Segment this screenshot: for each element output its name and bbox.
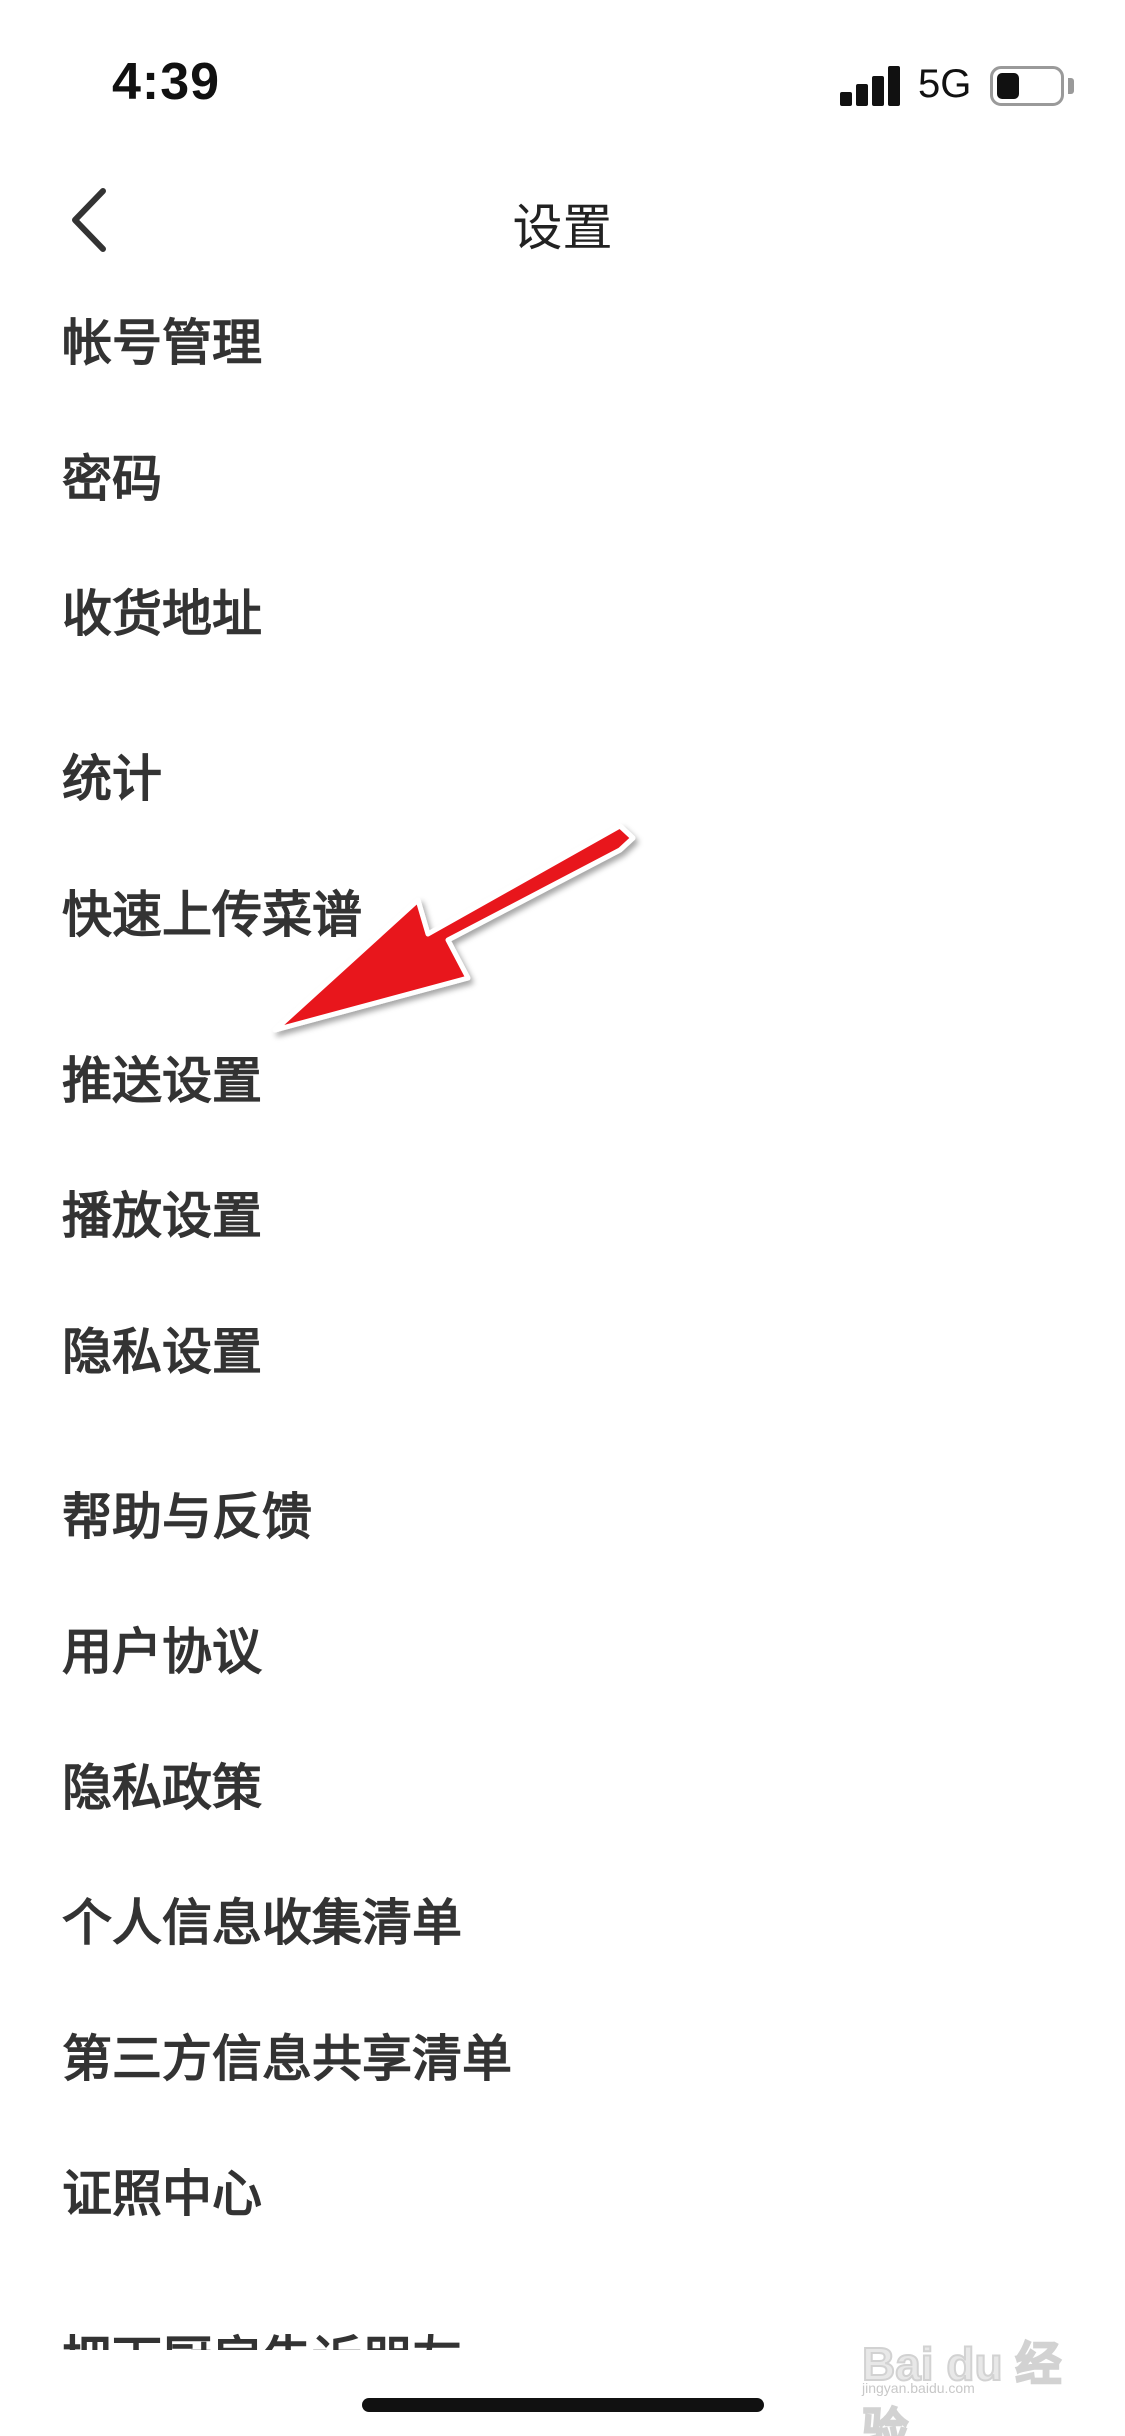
menu-item-user-agreement[interactable]: 用户协议	[62, 1612, 262, 1684]
menu-item-privacy-settings[interactable]: 隐私设置	[62, 1312, 262, 1384]
watermark-logo: Bai du 经验 jingyan.baidu.com	[861, 2310, 1082, 2436]
home-indicator[interactable]	[362, 2398, 764, 2412]
nav-bar: 设置	[0, 160, 1125, 280]
network-type: 5G	[918, 62, 972, 106]
menu-item-account[interactable]: 帐号管理	[62, 303, 262, 375]
menu-item-share[interactable]: 把下厨房告诉朋友	[62, 2320, 462, 2350]
menu-item-playback-settings[interactable]: 播放设置	[62, 1176, 262, 1248]
battery-level	[997, 73, 1019, 99]
page-title: 设置	[512, 199, 613, 257]
menu-item-personal-info-list[interactable]: 个人信息收集清单	[62, 1883, 462, 1955]
menu-item-quick-upload[interactable]: 快速上传菜谱	[62, 875, 362, 947]
battery-icon	[990, 66, 1064, 106]
menu-item-third-party-list[interactable]: 第三方信息共享清单	[62, 2019, 512, 2091]
status-bar: 4:39 5G	[0, 0, 1125, 150]
battery-cap	[1068, 78, 1074, 94]
menu-item-statistics[interactable]: 统计	[62, 739, 162, 811]
signal-icon	[840, 66, 902, 106]
menu-item-privacy-policy[interactable]: 隐私政策	[62, 1748, 262, 1820]
menu-item-push-settings[interactable]: 推送设置	[62, 1041, 262, 1113]
menu-item-help-feedback[interactable]: 帮助与反馈	[62, 1477, 312, 1549]
menu-item-license-center[interactable]: 证照中心	[62, 2154, 262, 2226]
watermark-subtext: jingyan.baidu.com	[862, 2380, 975, 2396]
menu-item-password[interactable]: 密码	[62, 439, 162, 511]
menu-item-address[interactable]: 收货地址	[62, 574, 262, 646]
status-time: 4:39	[112, 53, 221, 111]
